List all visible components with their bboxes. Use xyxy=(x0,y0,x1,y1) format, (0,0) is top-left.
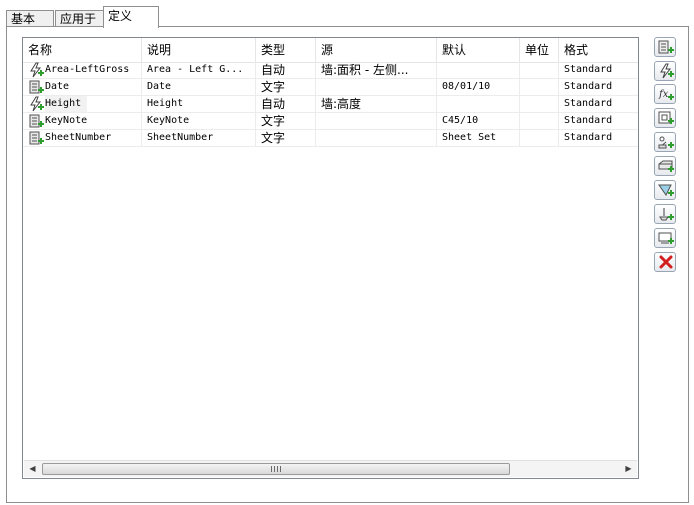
cell-description: Height xyxy=(142,96,256,112)
cell-format: Standard xyxy=(564,132,613,143)
scroll-thumb[interactable] xyxy=(42,463,510,475)
cell-default xyxy=(437,62,520,78)
cell-type: 自动 xyxy=(256,62,316,78)
add-material-property-icon xyxy=(658,160,674,172)
list-header: 名称 说明 类型 源 默认 单位 格式 xyxy=(23,38,638,63)
cell-default: 08/01/10 xyxy=(437,79,520,95)
cell-unit xyxy=(520,62,559,78)
cell-format: Standard xyxy=(564,64,613,75)
cell-type: 文字 xyxy=(256,113,316,129)
delete-property-button[interactable] xyxy=(654,252,676,272)
cell-name: SheetNumber xyxy=(23,130,142,146)
cell-type: 文字 xyxy=(256,130,316,146)
horizontal-scrollbar[interactable]: ◀ ▶ xyxy=(24,460,637,477)
add-location-property-icon xyxy=(659,208,674,221)
add-anchor-property-icon xyxy=(658,111,674,124)
cell-description: KeyNote xyxy=(142,113,256,129)
column-header-name[interactable]: 名称 xyxy=(23,38,142,62)
cell-description: Area - Left G... xyxy=(142,62,256,78)
column-header-format[interactable]: 格式 xyxy=(559,38,638,62)
table-row[interactable]: SheetNumber SheetNumber 文字 Sheet Set Sta… xyxy=(23,130,638,147)
add-reference-property-button[interactable] xyxy=(654,228,676,248)
column-header-unit[interactable]: 单位 xyxy=(520,38,559,62)
add-text-property-button[interactable] xyxy=(654,37,676,57)
cell-type: 文字 xyxy=(256,79,316,95)
add-location-property-button[interactable] xyxy=(654,204,676,224)
cell-source: 墙:面积 - 左侧... xyxy=(316,62,437,78)
cell-source xyxy=(316,130,437,146)
scroll-left-button[interactable]: ◀ xyxy=(24,461,41,477)
add-graphic-property-button[interactable] xyxy=(654,132,676,152)
cell-source: 墙:高度 xyxy=(316,96,437,112)
table-row[interactable]: Date Date 文字 08/01/10 Standard xyxy=(23,79,638,96)
cell-description: Date xyxy=(142,79,256,95)
add-automatic-property-icon xyxy=(660,63,674,79)
cell-source xyxy=(316,113,437,129)
cell-unit xyxy=(520,113,559,129)
add-graphic-property-icon xyxy=(658,136,674,149)
selected-name-text: Height xyxy=(45,96,88,112)
tab-applies-to[interactable]: 应用于 xyxy=(55,10,105,27)
cell-type: 自动 xyxy=(256,96,316,112)
cell-name: Area-LeftGross xyxy=(23,62,142,78)
cell-default: C45/10 xyxy=(437,113,520,129)
add-automatic-property-button[interactable] xyxy=(654,61,676,81)
table-row[interactable]: KeyNote KeyNote 文字 C45/10 Standard xyxy=(23,113,638,130)
cell-unit xyxy=(520,130,559,146)
add-anchor-property-button[interactable] xyxy=(654,108,676,128)
scroll-right-button[interactable]: ▶ xyxy=(620,461,637,477)
cell-format: Standard xyxy=(564,98,613,109)
column-header-type[interactable]: 类型 xyxy=(256,38,316,62)
cell-description: SheetNumber xyxy=(142,130,256,146)
add-material-property-button[interactable] xyxy=(654,156,676,176)
cell-unit xyxy=(520,79,559,95)
cell-name: Height xyxy=(23,96,142,112)
table-row[interactable]: Height Height 自动 墙:高度 Standard xyxy=(23,96,638,113)
add-classification-property-icon xyxy=(658,184,674,196)
scroll-grip-icon xyxy=(271,466,281,472)
property-definition-list[interactable]: 名称 说明 类型 源 默认 单位 格式 Area-LeftGross Area … xyxy=(22,37,639,479)
tab-definition[interactable]: 定义 xyxy=(103,6,159,28)
svg-text:fx: fx xyxy=(658,89,669,100)
column-header-description[interactable]: 说明 xyxy=(142,38,256,62)
column-header-default[interactable]: 默认 xyxy=(437,38,520,62)
cell-format: Standard xyxy=(564,115,613,126)
add-classification-property-button[interactable] xyxy=(654,180,676,200)
cell-default: Sheet Set xyxy=(437,130,520,146)
table-row[interactable]: Area-LeftGross Area - Left G... 自动 墙:面积 … xyxy=(23,62,638,79)
tab-basic[interactable]: 基本 xyxy=(6,10,54,27)
column-header-source[interactable]: 源 xyxy=(316,38,437,62)
add-reference-property-icon xyxy=(658,232,674,244)
cell-format: Standard xyxy=(564,81,613,92)
cell-default xyxy=(437,96,520,112)
add-text-property-icon xyxy=(658,40,674,54)
cell-source xyxy=(316,79,437,95)
add-formula-property-icon: fx xyxy=(658,89,674,100)
add-formula-property-button[interactable]: fx xyxy=(654,84,676,104)
cell-name: Date xyxy=(23,79,142,95)
delete-icon xyxy=(659,255,673,269)
cell-unit xyxy=(520,96,559,112)
cell-name: KeyNote xyxy=(23,113,142,129)
